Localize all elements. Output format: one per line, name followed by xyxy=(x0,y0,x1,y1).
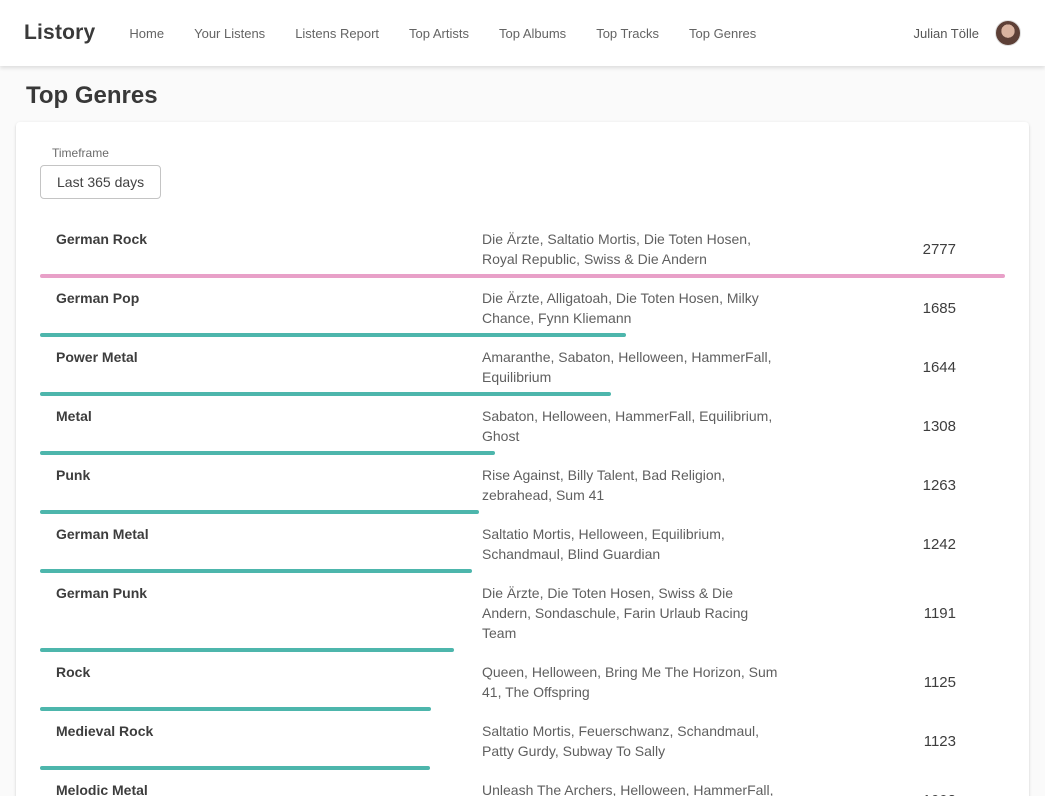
genre-row-main: German Metal Saltatio Mortis, Helloween,… xyxy=(40,518,1005,564)
app-logo[interactable]: Listory xyxy=(24,21,95,45)
genre-name: Punk xyxy=(56,465,482,483)
genre-bar-track xyxy=(40,569,1005,573)
genre-row-main: Metal Sabaton, Helloween, HammerFall, Eq… xyxy=(40,400,1005,446)
genre-artists: Die Ärzte, Saltatio Mortis, Die Toten Ho… xyxy=(482,229,782,269)
genre-row-main: Punk Rise Against, Billy Talent, Bad Rel… xyxy=(40,459,1005,505)
nav-item-top-artists[interactable]: Top Artists xyxy=(409,26,469,41)
genre-count: 1002 xyxy=(855,792,1005,796)
genre-row: Medieval Rock Saltatio Mortis, Feuerschw… xyxy=(40,715,1005,770)
genre-bar-track xyxy=(40,510,1005,514)
genre-bar xyxy=(40,707,431,711)
nav-item-top-genres[interactable]: Top Genres xyxy=(689,26,756,41)
genre-artists: Amaranthe, Sabaton, Helloween, HammerFal… xyxy=(482,347,782,387)
genre-count: 1242 xyxy=(855,536,1005,553)
genre-count: 1308 xyxy=(855,418,1005,435)
genre-row: German Metal Saltatio Mortis, Helloween,… xyxy=(40,518,1005,573)
genre-row-main: Medieval Rock Saltatio Mortis, Feuerschw… xyxy=(40,715,1005,761)
genre-artists: Saltatio Mortis, Feuerschwanz, Schandmau… xyxy=(482,721,782,761)
genre-name: German Punk xyxy=(56,583,482,601)
genre-bar-track xyxy=(40,648,1005,652)
genre-row: German Punk Die Ärzte, Die Toten Hosen, … xyxy=(40,577,1005,652)
page-title: Top Genres xyxy=(26,82,1019,110)
genre-row: Power Metal Amaranthe, Sabaton, Hellowee… xyxy=(40,341,1005,396)
nav-item-top-tracks[interactable]: Top Tracks xyxy=(596,26,659,41)
nav-links: Home Your Listens Listens Report Top Art… xyxy=(129,26,913,41)
user-name: Julian Tölle xyxy=(913,26,979,41)
genre-row-main: German Punk Die Ärzte, Die Toten Hosen, … xyxy=(40,577,1005,643)
genre-count: 1685 xyxy=(855,300,1005,317)
nav-item-your-listens[interactable]: Your Listens xyxy=(194,26,265,41)
user-menu: Julian Tölle xyxy=(913,20,1021,46)
genre-name: Melodic Metal xyxy=(56,780,482,796)
genre-count: 1123 xyxy=(855,733,1005,750)
genre-bar-track xyxy=(40,451,1005,455)
genre-bar xyxy=(40,510,479,514)
genre-row-main: Melodic Metal Unleash The Archers, Hello… xyxy=(40,774,1005,796)
genre-table: German Rock Die Ärzte, Saltatio Mortis, … xyxy=(40,223,1005,796)
timeframe-label: Timeframe xyxy=(52,146,1005,160)
genre-count: 1644 xyxy=(855,359,1005,376)
genre-count: 2777 xyxy=(855,241,1005,258)
genre-row-main: Rock Queen, Helloween, Bring Me The Hori… xyxy=(40,656,1005,702)
genre-name: Medieval Rock xyxy=(56,721,482,739)
genre-row-main: German Pop Die Ärzte, Alligatoah, Die To… xyxy=(40,282,1005,328)
genre-bar xyxy=(40,392,611,396)
genre-bar xyxy=(40,648,454,652)
genre-bar-track xyxy=(40,274,1005,278)
genre-artists: Saltatio Mortis, Helloween, Equilibrium,… xyxy=(482,524,782,564)
genre-row: Rock Queen, Helloween, Bring Me The Hori… xyxy=(40,656,1005,711)
genre-bar xyxy=(40,451,495,455)
genre-artists: Unleash The Archers, Helloween, HammerFa… xyxy=(482,780,782,796)
genre-row: Melodic Metal Unleash The Archers, Hello… xyxy=(40,774,1005,796)
genre-name: German Pop xyxy=(56,288,482,306)
genre-count: 1191 xyxy=(855,605,1005,622)
genre-row: German Pop Die Ärzte, Alligatoah, Die To… xyxy=(40,282,1005,337)
genre-bar-track xyxy=(40,333,1005,337)
top-genres-card: Timeframe Last 365 days German Rock Die … xyxy=(16,122,1029,796)
nav-item-top-albums[interactable]: Top Albums xyxy=(499,26,566,41)
genre-name: German Rock xyxy=(56,229,482,247)
genre-count: 1125 xyxy=(855,674,1005,691)
genre-bar-track xyxy=(40,707,1005,711)
genre-row-main: Power Metal Amaranthe, Sabaton, Hellowee… xyxy=(40,341,1005,387)
navbar: Listory Home Your Listens Listens Report… xyxy=(0,0,1045,66)
genre-bar xyxy=(40,766,430,770)
genre-count: 1263 xyxy=(855,477,1005,494)
genre-name: Metal xyxy=(56,406,482,424)
page-content: Top Genres Timeframe Last 365 days Germa… xyxy=(0,82,1045,796)
genre-artists: Die Ärzte, Die Toten Hosen, Swiss & Die … xyxy=(482,583,782,643)
genre-bar xyxy=(40,569,472,573)
genre-bar xyxy=(40,274,1005,278)
genre-name: Rock xyxy=(56,662,482,680)
genre-row-main: German Rock Die Ärzte, Saltatio Mortis, … xyxy=(40,223,1005,269)
genre-name: German Metal xyxy=(56,524,482,542)
genre-artists: Rise Against, Billy Talent, Bad Religion… xyxy=(482,465,782,505)
genre-bar xyxy=(40,333,626,337)
genre-row: Metal Sabaton, Helloween, HammerFall, Eq… xyxy=(40,400,1005,455)
genre-artists: Queen, Helloween, Bring Me The Horizon, … xyxy=(482,662,782,702)
genre-name: Power Metal xyxy=(56,347,482,365)
genre-bar-track xyxy=(40,766,1005,770)
genre-artists: Sabaton, Helloween, HammerFall, Equilibr… xyxy=(482,406,782,446)
genre-row: German Rock Die Ärzte, Saltatio Mortis, … xyxy=(40,223,1005,278)
genre-row: Punk Rise Against, Billy Talent, Bad Rel… xyxy=(40,459,1005,514)
nav-item-listens-report[interactable]: Listens Report xyxy=(295,26,379,41)
user-avatar[interactable] xyxy=(995,20,1021,46)
nav-item-home[interactable]: Home xyxy=(129,26,164,41)
genre-artists: Die Ärzte, Alligatoah, Die Toten Hosen, … xyxy=(482,288,782,328)
timeframe-select[interactable]: Last 365 days xyxy=(40,165,161,199)
genre-bar-track xyxy=(40,392,1005,396)
